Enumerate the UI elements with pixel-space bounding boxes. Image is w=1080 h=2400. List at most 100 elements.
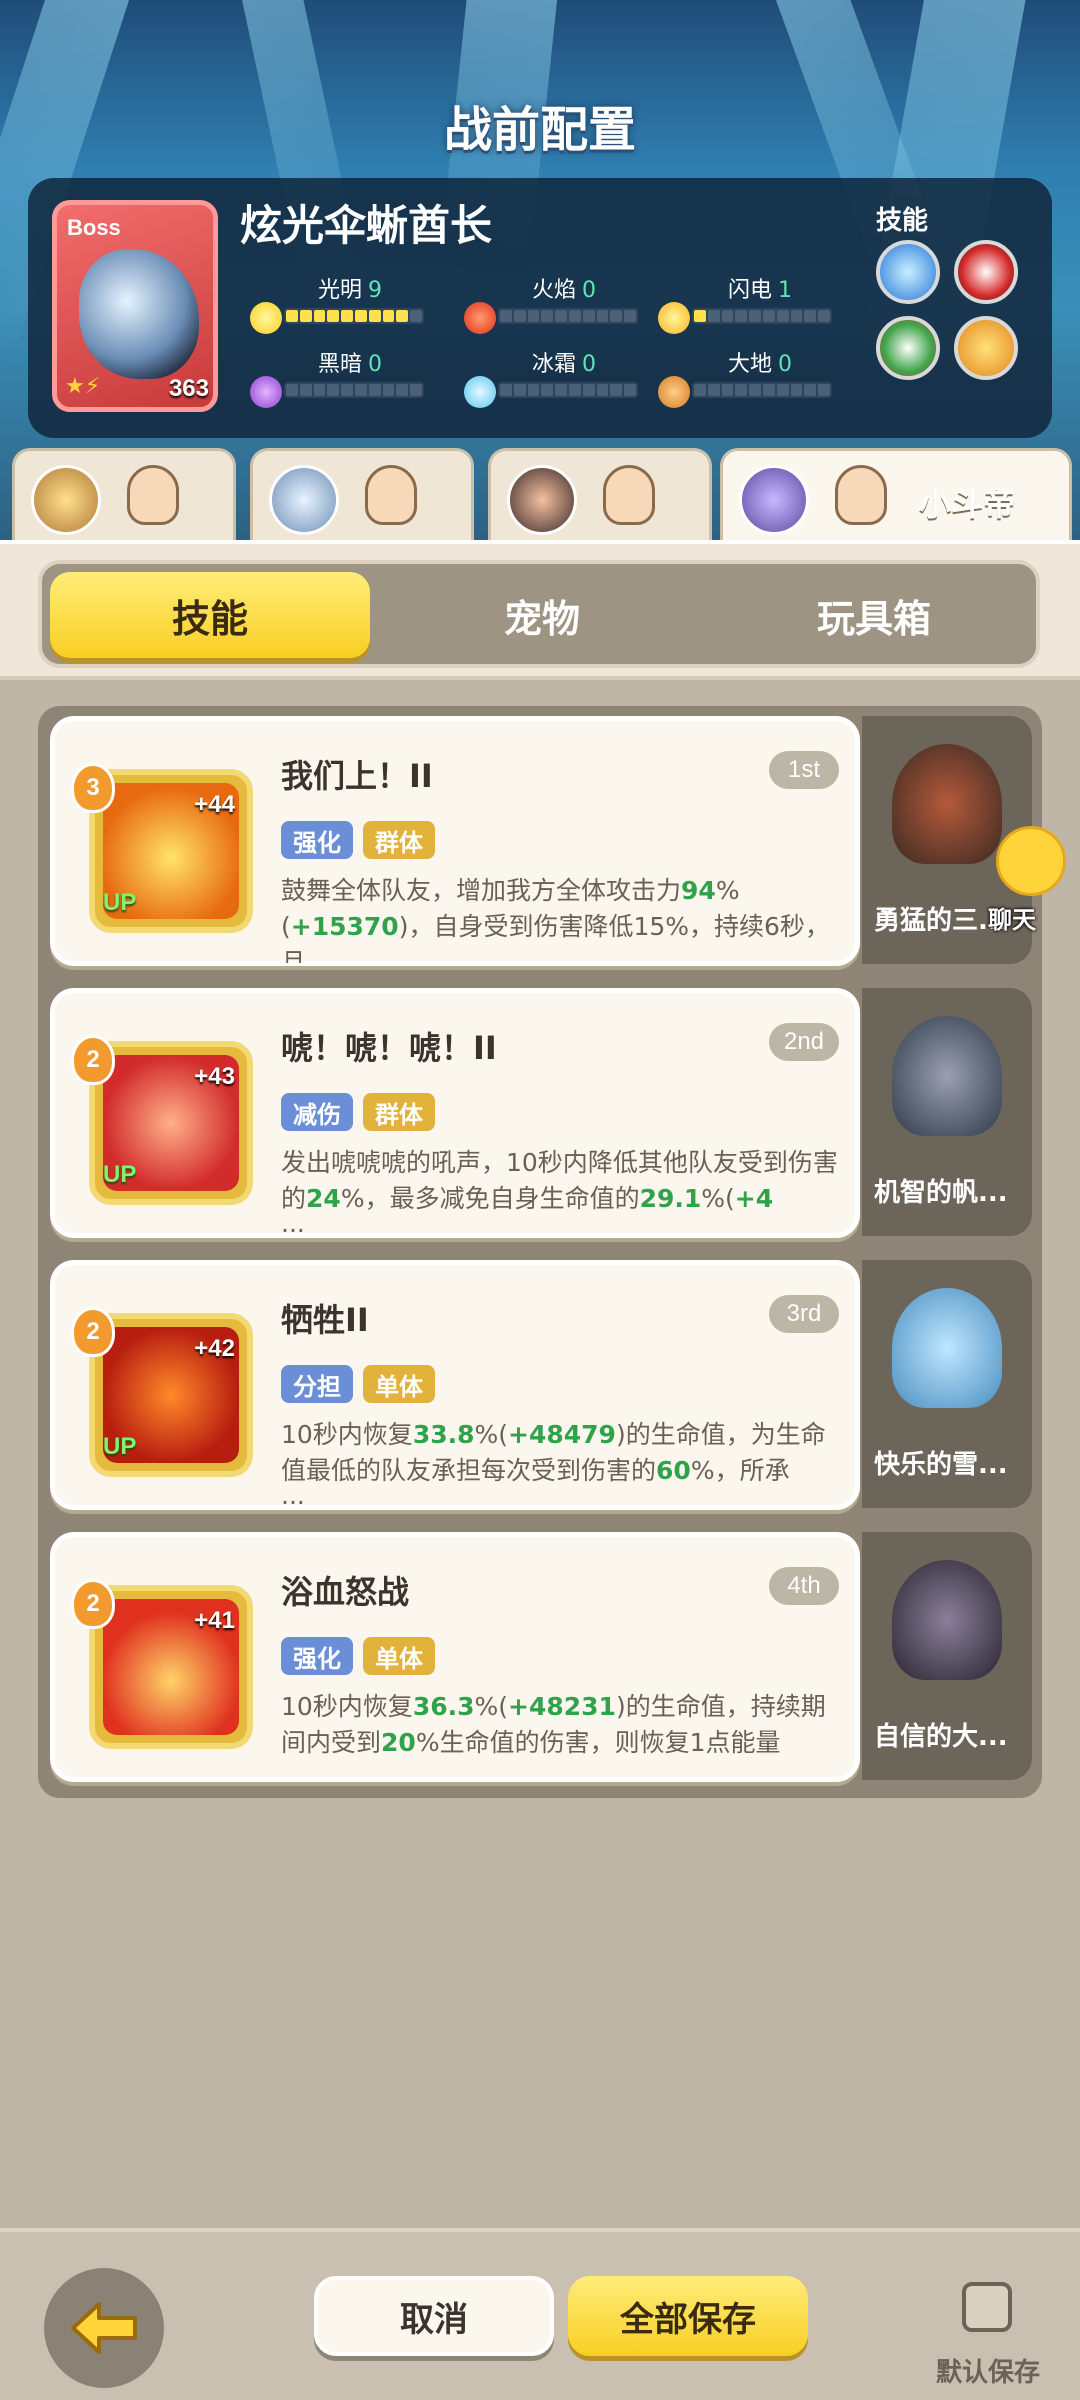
description-text: %，所承 (690, 1456, 790, 1485)
boss-tag: Boss (67, 215, 121, 240)
boss-stars-icon: ★⚡ (65, 374, 101, 399)
highlight-value: +4 (734, 1184, 774, 1213)
highlight-value: +15370 (290, 912, 399, 941)
boss-portrait[interactable]: Boss ★⚡ 363 (52, 200, 218, 412)
skill-plus: +43 (194, 1063, 235, 1090)
skill-tag: 群体 (363, 821, 435, 859)
lightning-icon (658, 302, 690, 334)
tab-skills[interactable]: 技能 (50, 572, 370, 658)
highlight-value: 94 (681, 876, 716, 905)
highlight-value: 29.1 (639, 1184, 702, 1213)
description-text: 10秒内恢复 (281, 1420, 413, 1449)
back-arrow-icon (71, 2302, 137, 2354)
chat-button[interactable]: 聊天 (982, 820, 1074, 934)
team-slot-2[interactable] (250, 448, 474, 540)
boss-skill-ice-icon[interactable] (876, 240, 940, 304)
skill-list: +44 UP 3 我们上！II 1st 强化 群体 鼓舞全体队友，增加我方全体攻… (38, 706, 1042, 1798)
team-slots: 小斗帝 (0, 448, 1080, 540)
skill-card-2[interactable]: +43 UP 2 唬！唬！唬！II 2nd 减伤 群体 发出唬唬唬的吼声，10秒… (50, 988, 860, 1238)
skill-plus: +41 (194, 1607, 235, 1634)
hero-avatar-4 (739, 465, 809, 535)
pet-card-3[interactable]: 快乐的雪... (862, 1260, 1032, 1508)
skill-tag: 减伤 (281, 1093, 353, 1131)
skill-description: 10秒内恢复36.3%(+48231)的生命值，持续期间内受到20%生命值的伤害… (281, 1689, 841, 1779)
pet-figure (892, 1016, 1002, 1136)
skill-level-badge: 2 (71, 1307, 115, 1357)
skill-up-badge: UP (103, 1433, 137, 1460)
skill-rank: 4th (769, 1567, 839, 1605)
boss-level: 363 (168, 375, 209, 402)
highlight-value: 20 (381, 1728, 416, 1757)
element-fire: 火焰 0 (532, 278, 597, 303)
skill-name: 牺牲II (281, 1301, 369, 1339)
hand-icon (835, 465, 887, 525)
element-frost: 冰霜 0 (532, 352, 597, 377)
skill-card-3[interactable]: +42 UP 2 牺牲II 3rd 分担 单体 10秒内恢复33.8%(+484… (50, 1260, 860, 1510)
skill-tags: 减伤 群体 (281, 1093, 435, 1131)
description-text: %，最多减免自身生命值的 (340, 1184, 640, 1213)
element-light: 光明 9 (318, 278, 383, 303)
more-ellipsis: ... (281, 1481, 305, 1507)
skill-name: 我们上！II (281, 757, 433, 795)
pet-figure (892, 1288, 1002, 1408)
skill-plus: +44 (194, 791, 235, 818)
skill-tag: 分担 (281, 1365, 353, 1403)
skill-description: 发出唬唬唬的吼声，10秒内降低其他队友受到伤害的24%，最多减免自身生命值的29… (281, 1145, 841, 1235)
team-slot-4[interactable]: 小斗帝 (720, 448, 1072, 540)
skill-up-badge: UP (103, 1161, 137, 1188)
pet-figure (892, 1560, 1002, 1680)
light-bar (284, 308, 424, 324)
more-ellipsis: ... (281, 1209, 305, 1235)
skill-level-badge: 2 (71, 1035, 115, 1085)
hero-avatar-2 (269, 465, 339, 535)
default-save-checkbox[interactable] (962, 2282, 1012, 2332)
highlight-value: 60 (656, 1456, 691, 1485)
description-text: %生命值的伤害，则恢复1点能量 (415, 1728, 781, 1757)
hand-icon (603, 465, 655, 525)
boss-skill-leaf-icon[interactable] (876, 316, 940, 380)
skill-tag: 群体 (363, 1093, 435, 1131)
highlight-value: 33.8 (412, 1420, 475, 1449)
skill-tag: 强化 (281, 1637, 353, 1675)
save-all-button[interactable]: 全部保存 (568, 2276, 808, 2356)
team-slot-1[interactable] (12, 448, 236, 540)
hero-avatar-1 (31, 465, 101, 535)
boss-dragon-image (79, 249, 199, 379)
boss-name: 炫光伞蜥酋长 (240, 201, 493, 250)
description-text: 10秒内恢复 (281, 1692, 413, 1721)
tabs-band: 技能 宠物 玩具箱 (0, 540, 1080, 680)
skill-tags: 分担 单体 (281, 1365, 435, 1403)
skill-rank: 2nd (769, 1023, 839, 1061)
skill-rank: 1st (769, 751, 839, 789)
skill-tags: 强化 单体 (281, 1637, 435, 1675)
boss-skill-flame-icon[interactable] (954, 316, 1018, 380)
earth-bar (692, 382, 832, 398)
tab-toybox[interactable]: 玩具箱 (714, 572, 1034, 658)
skill-description-text: 10秒内恢复36.3%(+48231)的生命值，持续期间内受到20%生命值的伤害… (281, 1689, 841, 1761)
pet-name: 快乐的雪... (874, 1450, 1008, 1480)
pet-card-4[interactable]: 自信的大... (862, 1532, 1032, 1780)
skill-description-text: 10秒内恢复33.8%(+48479)的生命值，为生命值最低的队友承担每次受到伤… (281, 1417, 841, 1489)
highlight-value: +48231 (508, 1692, 616, 1721)
highlight-value: 24 (306, 1184, 341, 1213)
pet-name: 自信的大... (874, 1722, 1008, 1752)
cancel-button[interactable]: 取消 (314, 2276, 554, 2356)
boss-skills-label: 技能 (876, 206, 929, 236)
element-lightning: 闪电 1 (728, 278, 793, 303)
skill-up-badge: UP (103, 889, 137, 916)
highlight-value: 36.3 (412, 1692, 475, 1721)
default-save-label: 默认保存 (936, 2358, 1041, 2388)
boss-skill-beast-icon[interactable] (954, 240, 1018, 304)
skill-card-1[interactable]: +44 UP 3 我们上！II 1st 强化 群体 鼓舞全体队友，增加我方全体攻… (50, 716, 860, 966)
skill-description-text: 发出唬唬唬的吼声，10秒内降低其他队友受到伤害的24%，最多减免自身生命值的29… (281, 1145, 841, 1217)
team-slot-3[interactable] (488, 448, 712, 540)
skill-description-text: 鼓舞全体队友，增加我方全体攻击力94%(+15370)，自身受到伤害降低15%，… (281, 873, 841, 963)
skill-card-4[interactable]: +41 2 浴血怒战 4th 强化 单体 10秒内恢复36.3%(+48231)… (50, 1532, 860, 1782)
dark-icon (250, 376, 282, 408)
back-button[interactable] (44, 2268, 164, 2388)
skill-tag: 单体 (363, 1365, 435, 1403)
tab-pets[interactable]: 宠物 (382, 572, 702, 658)
element-dark: 黑暗 0 (318, 352, 383, 377)
skill-level-badge: 3 (71, 763, 115, 813)
pet-card-2[interactable]: 机智的帆... (862, 988, 1032, 1236)
